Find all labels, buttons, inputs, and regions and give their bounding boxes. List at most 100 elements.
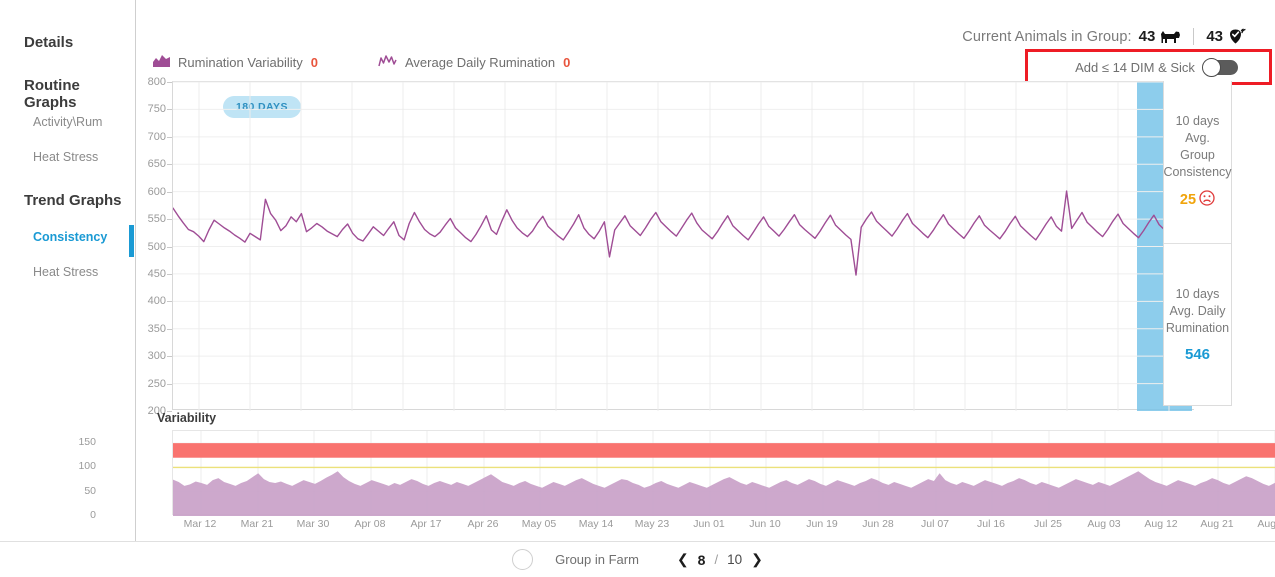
y-axis-tick: [167, 136, 172, 138]
stat-0-line-2: Consistency: [1163, 164, 1232, 179]
pagination: ❮ 8 / 10 ❯: [677, 551, 763, 568]
x-axis-label-15: Jul 25: [1033, 518, 1063, 530]
variability-chart-title: Variability: [157, 411, 217, 425]
y-axis-tick: [167, 383, 172, 385]
legend-item-average-daily-rumination[interactable]: Average Daily Rumination 0: [378, 54, 570, 70]
y-axis-label-700: 700: [147, 130, 166, 143]
variability-y-label-0: 0: [90, 509, 96, 521]
stat-0-value-row: 25: [1180, 190, 1215, 211]
chevron-right-icon[interactable]: ❯: [751, 551, 763, 568]
sidebar-item-details[interactable]: Details: [0, 34, 73, 51]
y-axis-label-500: 500: [147, 240, 166, 253]
stat-0-line-0: 10 days: [1175, 113, 1220, 128]
y-axis-tick: [167, 301, 172, 303]
x-axis-label-0: Mar 12: [183, 518, 217, 530]
legend-value-1: 0: [563, 54, 571, 70]
y-axis-label-350: 350: [147, 322, 166, 335]
variability-y-label-100: 100: [78, 460, 96, 473]
stat-1-line-2: Rumination: [1165, 320, 1230, 335]
sad-face-icon: [1199, 190, 1215, 211]
total-pages: 10: [727, 552, 743, 567]
sidebar-item-consistency[interactable]: Consistency: [0, 230, 107, 244]
x-axis-label-3: Apr 08: [354, 518, 386, 530]
variability-y-label-50: 50: [84, 484, 96, 497]
y-axis-tick: [167, 191, 172, 193]
stat-daily-rumination: 10 days Avg. Daily Rumination 546: [1164, 242, 1231, 406]
x-axis-label-12: Jun 28: [862, 518, 894, 530]
y-axis-label-750: 750: [147, 103, 166, 116]
x-axis-label-13: Jul 07: [920, 518, 950, 530]
avg-daily-rumination-chart: Rumination Variability 0 Average Daily R…: [140, 50, 1232, 417]
main-plot-area[interactable]: 180 DAYS 800 750 700 650 600 550 500 450 400 350 3…: [148, 76, 1195, 417]
sidebar-active-indicator: [129, 225, 134, 257]
sidebar-section-trend-graphs[interactable]: Trend Graphs: [0, 192, 122, 209]
stat-group-consistency: 10 days Avg. Group Consistency 25: [1163, 81, 1232, 243]
collar-count-value: 43: [1206, 28, 1223, 45]
stat-1-value: 546: [1184, 345, 1211, 363]
y-axis-label-450: 450: [147, 267, 166, 280]
x-axis-label-19: Aug 30: [1257, 518, 1275, 530]
animals-count-value: 43: [1138, 28, 1156, 45]
x-axis-label-8: May 23: [634, 518, 670, 530]
variability-chart: 150 100 50 0 Mar 12 Mar 21 Mar 30 Apr 08 Apr 17 A…: [78, 430, 1275, 535]
cow-icon: [1160, 30, 1181, 44]
y-axis-label-250: 250: [147, 377, 166, 390]
stat-1-line-0: 10 days: [1175, 286, 1220, 301]
area-swatch-icon: [153, 54, 170, 70]
variability-y-label-150: 150: [78, 436, 96, 449]
x-axis-label-2: Mar 30: [296, 518, 330, 530]
y-axis-tick: [167, 219, 172, 221]
x-axis-label-9: Jun 01: [693, 518, 725, 530]
y-axis-tick: [167, 356, 172, 358]
legend-label-1: Average Daily Rumination: [405, 54, 556, 70]
page-separator: /: [714, 552, 719, 567]
y-axis-label-400: 400: [147, 295, 166, 308]
y-axis-label-550: 550: [147, 213, 166, 226]
stat-1-line-1: Avg. Daily: [1169, 303, 1226, 318]
y-axis-label-300: 300: [147, 350, 166, 363]
x-axis-label-18: Aug 21: [1200, 518, 1234, 530]
footer-bar: Group in Farm ❮ 8 / 10 ❯: [0, 541, 1275, 577]
sidebar-item-heat-stress-trend[interactable]: Heat Stress: [0, 265, 98, 279]
consistency-trend-graph-screen: Details Routine Graphs Activity\Rum Heat…: [0, 0, 1275, 577]
x-axis-label-5: Apr 26: [467, 518, 499, 530]
group-circle-icon[interactable]: [512, 549, 534, 570]
legend-item-rumination-variability[interactable]: Rumination Variability 0: [153, 54, 318, 70]
y-axis-tick: [167, 273, 172, 275]
rumination-line-series: [173, 82, 1195, 411]
line-swatch-icon: [378, 54, 397, 70]
group-in-farm-label: Group in Farm: [555, 552, 639, 567]
y-axis-label-800: 800: [147, 76, 166, 88]
variability-plot-area[interactable]: [172, 430, 1275, 516]
current-page: 8: [697, 551, 706, 568]
variability-area-series: [173, 431, 1275, 516]
chevron-left-icon[interactable]: ❮: [677, 551, 689, 568]
y-axis-tick: [167, 328, 172, 330]
y-axis-label-600: 600: [147, 185, 166, 198]
x-axis-label-17: Aug 12: [1144, 518, 1178, 530]
y-axis-label-650: 650: [147, 158, 166, 171]
x-axis-label-14: Jul 16: [976, 518, 1006, 530]
y-axis-tick: [167, 164, 172, 166]
sidebar-item-activity-rum[interactable]: Activity\Rum: [0, 115, 102, 129]
stat-0-line-1: Avg. Group: [1180, 130, 1215, 162]
chart-legend: Rumination Variability 0 Average Daily R…: [153, 54, 570, 70]
summary-stats-panel: 10 days Avg. Group Consistency 25 10 day…: [1163, 81, 1232, 406]
current-animals-label: Current Animals in Group:: [962, 28, 1132, 45]
x-axis-label-1: Mar 21: [240, 518, 274, 530]
x-axis-label-10: Jun 10: [749, 518, 781, 530]
y-axis-tick: [167, 82, 172, 83]
current-animals-header: Current Animals in Group: 43 43: [962, 28, 1247, 45]
y-axis-tick: [167, 246, 172, 248]
legend-value-0: 0: [310, 54, 318, 70]
sidebar-section-routine-graphs[interactable]: Routine Graphs: [0, 77, 135, 111]
x-axis-label-16: Aug 03: [1087, 518, 1121, 530]
legend-label-0: Rumination Variability: [178, 54, 303, 70]
x-axis-label-4: Apr 17: [410, 518, 442, 530]
x-axis-label-6: May 05: [521, 518, 557, 530]
x-axis-label-7: May 14: [578, 518, 614, 530]
sidebar-item-heat-stress-routine[interactable]: Heat Stress: [0, 150, 98, 164]
header-divider: [1193, 28, 1195, 45]
y-axis-tick: [167, 109, 172, 111]
stat-0-value: 25: [1179, 192, 1197, 209]
